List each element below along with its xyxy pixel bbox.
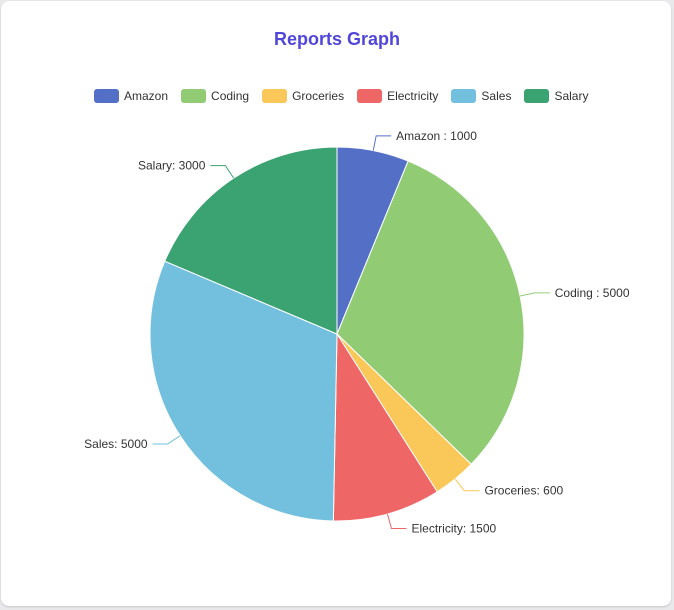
leader-line-sales [152,435,181,445]
slice-label-amazon: Amazon : 1000 [396,129,477,143]
leader-line-coding [519,292,550,297]
leader-line-amazon [372,135,392,151]
leader-line-electricity [386,513,407,530]
pie-chart: Amazon : 1000 Coding : 5000 Groceries: 600… [84,129,630,536]
slice-label-sales: Sales: 5000 [84,437,148,451]
slice-label-electricity: Electricity: 1500 [411,522,496,536]
leader-line-salary [210,165,235,179]
leader-line-groceries [454,478,480,492]
slice-label-groceries: Groceries: 600 [484,484,563,498]
slice-label-salary: Salary: 3000 [138,159,206,173]
slice-label-coding: Coding : 5000 [555,286,630,300]
